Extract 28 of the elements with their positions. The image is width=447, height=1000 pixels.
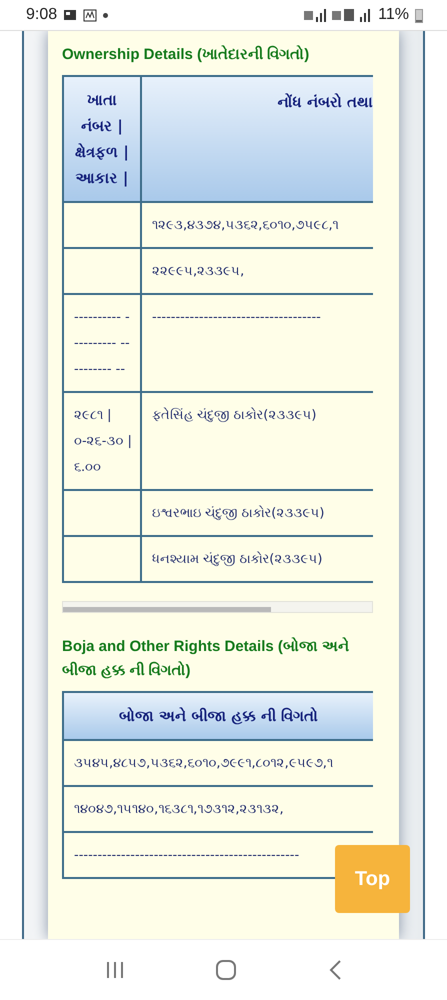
table-cell: ------------------------------------: [141, 294, 373, 392]
column-header: બોજા અને બીજા હક્ક ની વિગતો: [63, 692, 373, 740]
home-icon[interactable]: [215, 959, 238, 981]
chart-icon: [83, 8, 98, 22]
battery-icon: [415, 8, 423, 22]
column-header: નોંધ નંબરો તથા: [141, 76, 373, 202]
signal-icon: [304, 8, 326, 22]
table-cell: ૨૯૮૧ | ૦-૨૬-૩૦ | ૬.૦૦: [63, 392, 141, 490]
section-title: Boja and Other Rights Details (બોજા અને બીજા હક્ક ની વિગતો): [62, 636, 350, 681]
table-cell: ૧૪૦૪૭,૧૫૧૪૦,૧૬૩૮૧,૧૭૩૧૨,૨૩૧૩૨,: [63, 786, 373, 832]
status-time: 9:08: [26, 6, 58, 24]
table-cell: ૧૨૯૩,૪૩૭૪,૫૩૬૨,૬૦૧૦,૭૫૯૮,૧: [141, 202, 373, 248]
recent-apps-icon[interactable]: [105, 960, 126, 980]
dot-icon: [103, 12, 108, 18]
table-cell: ૨૨૯૯૫,૨૩૩૯૫,: [141, 248, 373, 294]
battery-level: 11%: [378, 6, 409, 24]
signal-icon: [332, 8, 372, 22]
table-cell: ---------- ---------- ---------- --: [63, 294, 141, 392]
scrollbar-thumb[interactable]: [63, 607, 271, 612]
section-title: Ownership Details (ખાતેદારની વિગતો): [62, 44, 310, 65]
back-icon[interactable]: [328, 959, 342, 981]
image-icon: [63, 9, 78, 21]
table-cell: ફતેસિંહ ચંદુજી ઠાકોર(૨૩૩૯૫): [141, 392, 373, 490]
column-header: ખાતા નંબર | ક્ષેત્રફળ | આકાર |: [63, 76, 141, 202]
table-cell: ૩૫૪૫,૪૮૫૭,૫૩૬૨,૬૦૧૦,૭૯૯૧,૮૦૧૨,૯૫૯૭,૧: [63, 740, 373, 786]
table-cell: ઇશ્વરભાઇ ચંદુજી ઠાકોર(૨૩૩૯૫): [141, 490, 373, 536]
table-cell: ધનશ્યામ ચંદુજી ઠાકોર(૨૩૩૯૫): [141, 536, 373, 582]
scrollbar[interactable]: [62, 601, 373, 613]
